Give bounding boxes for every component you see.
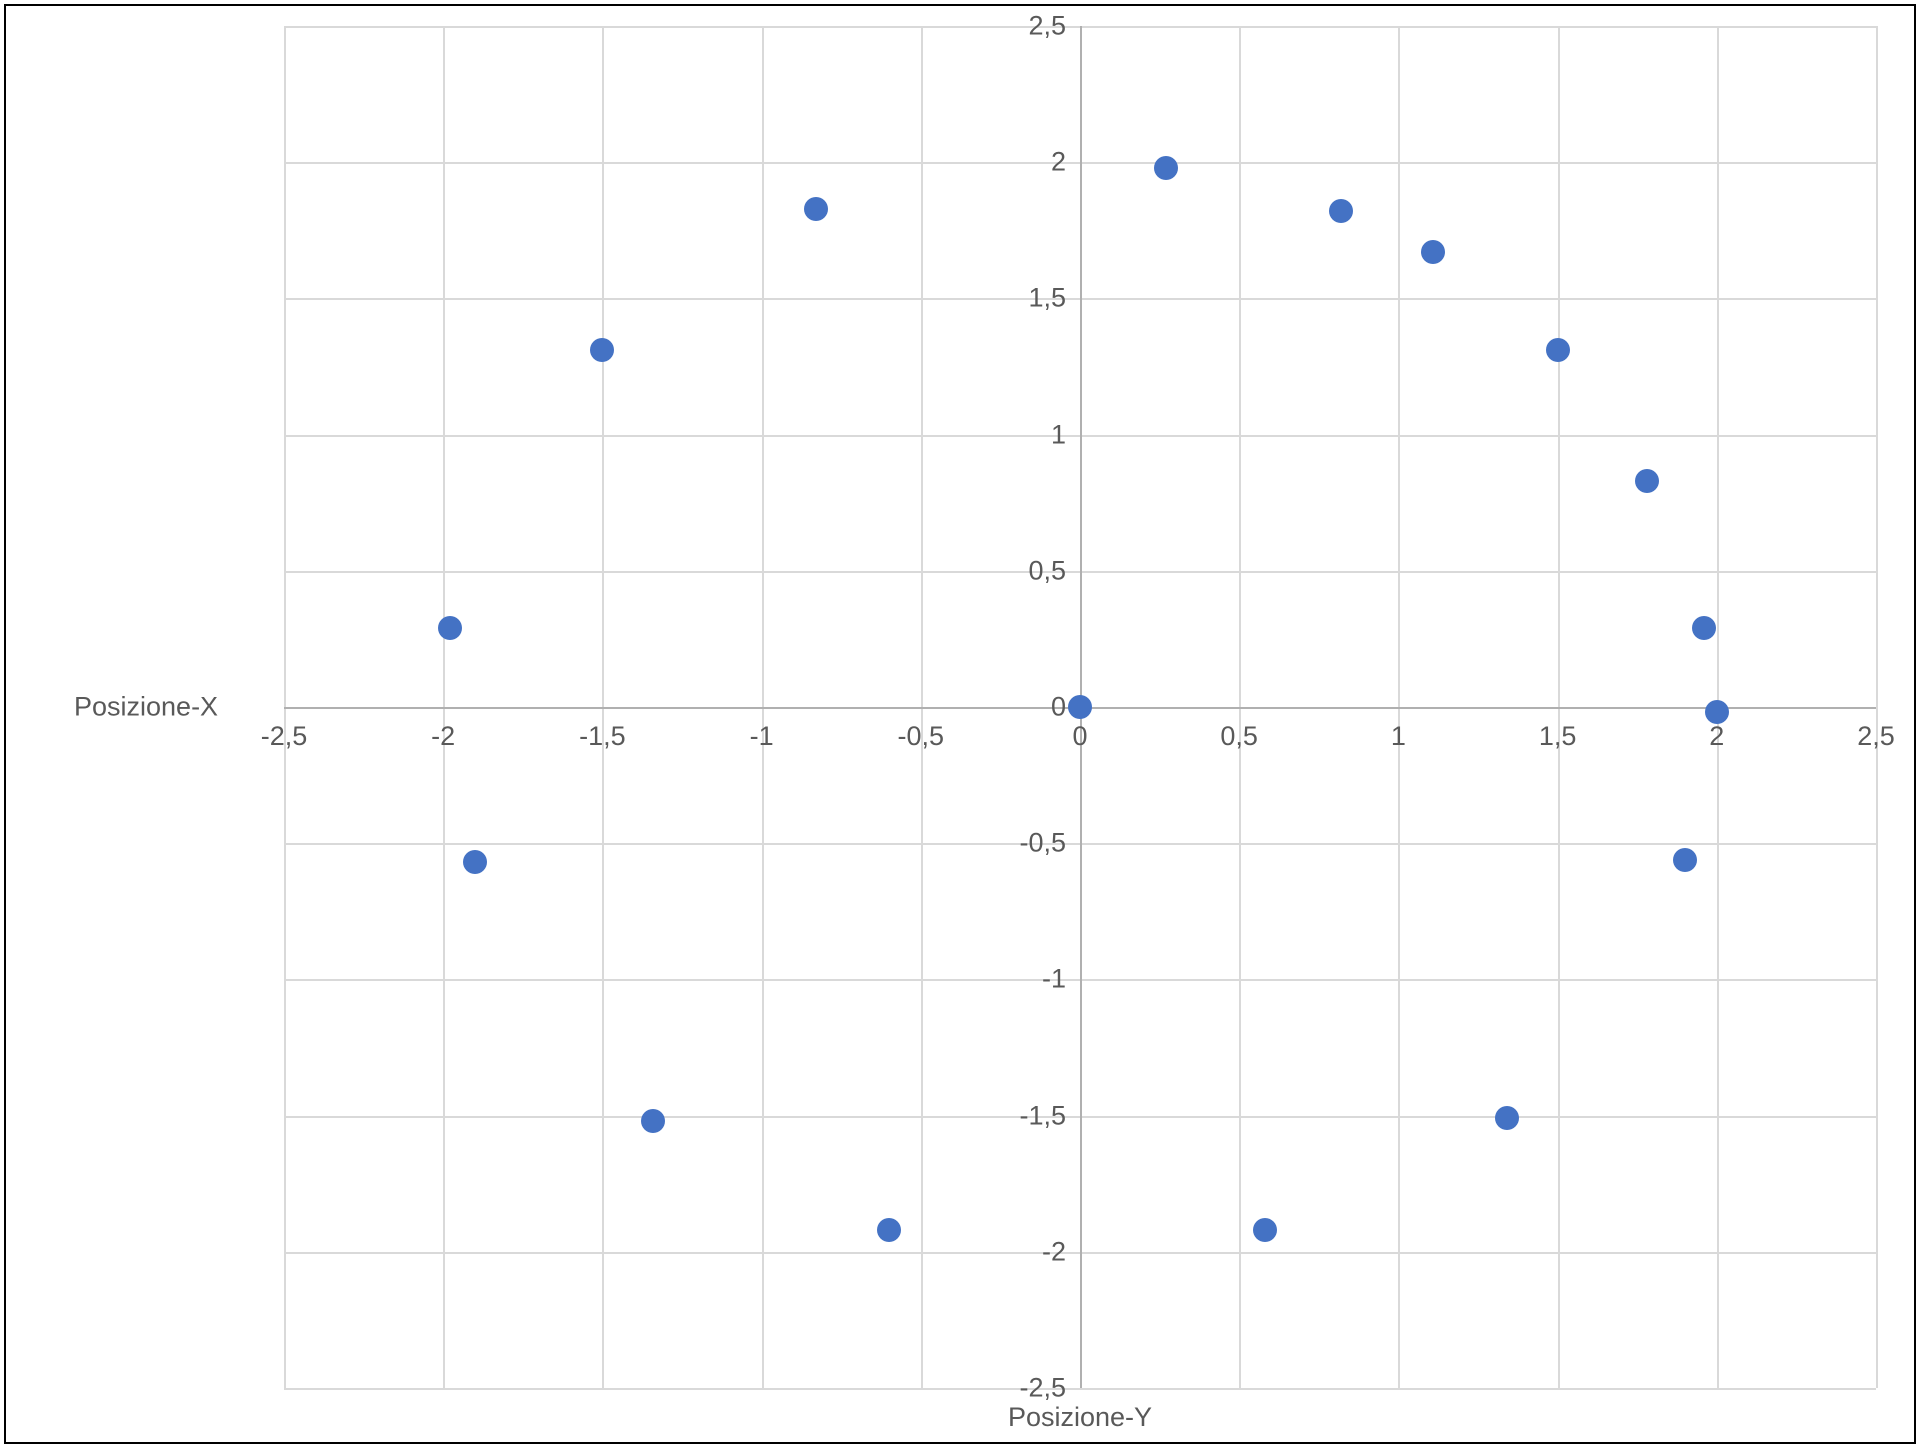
gridline-vertical — [1876, 26, 1878, 1388]
y-tick-label: 2 — [1051, 147, 1066, 178]
y-tick-label: 1,5 — [1028, 283, 1066, 314]
data-point — [463, 850, 487, 874]
data-point — [641, 1109, 665, 1133]
data-point — [877, 1218, 901, 1242]
data-point — [1068, 695, 1092, 719]
y-tick-label: -2 — [1042, 1236, 1066, 1267]
y-tick-label: 2,5 — [1028, 11, 1066, 42]
x-tick-label: 2 — [1709, 721, 1724, 752]
y-tick-label: 0,5 — [1028, 555, 1066, 586]
data-point — [1421, 240, 1445, 264]
x-tick-label: -0,5 — [898, 721, 945, 752]
data-point — [1692, 616, 1716, 640]
y-tick-label: -1 — [1042, 964, 1066, 995]
data-point — [1154, 156, 1178, 180]
x-tick-label: -1 — [750, 721, 774, 752]
x-tick-label: 0,5 — [1220, 721, 1258, 752]
data-point — [1329, 199, 1353, 223]
data-point — [1253, 1218, 1277, 1242]
gridline-horizontal — [284, 1388, 1876, 1390]
x-tick-label: -1,5 — [579, 721, 626, 752]
data-point — [804, 197, 828, 221]
x-tick-label: -2 — [431, 721, 455, 752]
data-point — [1635, 469, 1659, 493]
data-point — [1546, 338, 1570, 362]
x-tick-label: 0 — [1072, 721, 1087, 752]
y-tick-label: -1,5 — [1019, 1100, 1066, 1131]
x-tick-label: 1 — [1391, 721, 1406, 752]
data-point — [590, 338, 614, 362]
data-point — [1495, 1106, 1519, 1130]
plot-area: -2,5-2-1,5-1-0,500,511,522,5-2,5-2-1,5-1… — [284, 26, 1876, 1388]
y-tick-label: -0,5 — [1019, 828, 1066, 859]
data-point — [1673, 848, 1697, 872]
chart-container: -2,5 -2 -1,5 -1 -0,5 0 0,5 1 1,5 2 2,5 -2,5 -2 -1,5 -1… — [4, 4, 1916, 1444]
x-axis-title: Posizione-X — [74, 692, 218, 723]
y-tick-label: 1 — [1051, 419, 1066, 450]
data-point — [1705, 700, 1729, 724]
x-tick-label: -2,5 — [261, 721, 308, 752]
y-tick-label: -2,5 — [1019, 1373, 1066, 1404]
x-tick-label: 1,5 — [1539, 721, 1577, 752]
y-tick-label: 0 — [1051, 692, 1066, 723]
x-tick-label: 2,5 — [1857, 721, 1895, 752]
y-axis-title: Posizione-Y — [1008, 1402, 1152, 1433]
data-point — [438, 616, 462, 640]
